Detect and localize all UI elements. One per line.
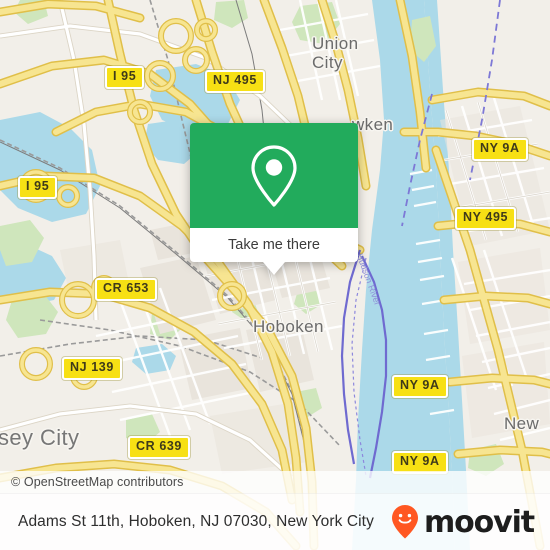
- road-shield-nj495[interactable]: NJ 495: [205, 70, 265, 93]
- road-shield-ny9a-north[interactable]: NY 9A: [472, 138, 528, 161]
- moovit-wordmark: moovit: [423, 504, 535, 540]
- footer-bar: Adams St 11th, Hoboken, NJ 07030, New Yo…: [0, 493, 550, 550]
- address-text: Adams St 11th, Hoboken, NJ 07030, New Yo…: [18, 513, 374, 530]
- road-shield-cr653[interactable]: CR 653: [95, 278, 157, 301]
- road-shield-i95-north[interactable]: I 95: [105, 66, 145, 89]
- road-shield-nj139[interactable]: NJ 139: [62, 357, 122, 380]
- road-shield-ny9a-mid[interactable]: NY 9A: [392, 375, 448, 398]
- popup-header: [190, 123, 358, 228]
- moovit-map-screenshot: Union City wken Hoboken sey City New I 95…: [0, 0, 550, 550]
- destination-popup[interactable]: Take me there: [190, 123, 358, 275]
- take-me-there-label: Take me there: [228, 237, 320, 253]
- map-pin-icon: [251, 144, 297, 207]
- take-me-there-button[interactable]: Take me there: [190, 228, 358, 262]
- moovit-pin-smile-icon: [391, 505, 418, 539]
- attribution-text: © OpenStreetMap contributors: [11, 475, 184, 489]
- map-canvas[interactable]: Union City wken Hoboken sey City New I 95…: [0, 0, 550, 550]
- road-shield-cr639[interactable]: CR 639: [128, 436, 190, 459]
- road-shield-ny495[interactable]: NY 495: [455, 207, 517, 230]
- map-attribution: © OpenStreetMap contributors: [0, 471, 550, 493]
- moovit-brand[interactable]: moovit: [390, 504, 535, 540]
- map-vector: [0, 0, 550, 550]
- road-shield-i95-west[interactable]: I 95: [18, 176, 58, 199]
- popup-pointer: [263, 262, 285, 275]
